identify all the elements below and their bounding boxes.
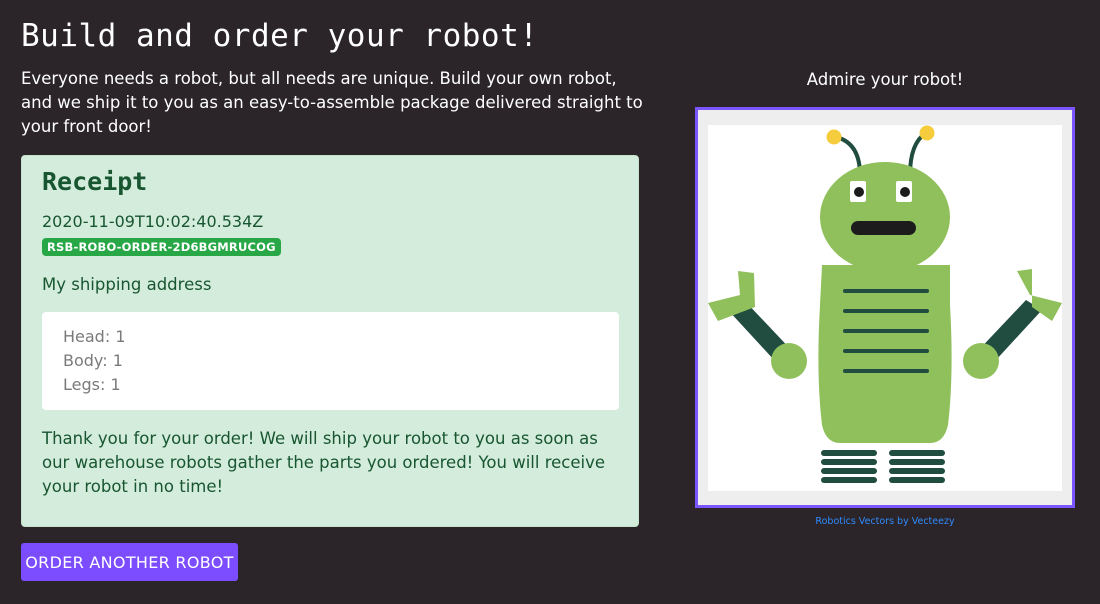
parts-list: Head: 1 Body: 1 Legs: 1 — [42, 312, 619, 410]
order-id-badge: RSB-ROBO-ORDER-2D6BGMRUCOG — [42, 238, 281, 256]
thank-you-message: Thank you for your order! We will ship y… — [42, 429, 606, 496]
order-timestamp: 2020-11-09T10:02:40.534Z — [42, 212, 264, 231]
part-item-head: Head: 1 — [63, 327, 126, 346]
robot-image-area — [708, 125, 1062, 491]
shipping-address: My shipping address — [42, 275, 212, 294]
preview-heading: Admire your robot! — [806, 70, 964, 89]
page-title: Build and order your robot! — [21, 18, 539, 54]
image-credit-link[interactable]: Robotics Vectors by Vecteezy — [696, 516, 1074, 527]
intro-text: Everyone needs a robot, but all needs ar… — [21, 69, 643, 136]
robot-image — [708, 125, 1062, 483]
order-another-button[interactable]: ORDER ANOTHER ROBOT — [21, 543, 238, 581]
receipt-panel: Receipt 2020-11-09T10:02:40.534Z RSB-ROB… — [21, 155, 639, 527]
part-item-body: Body: 1 — [63, 351, 123, 370]
robot-preview — [695, 107, 1075, 508]
receipt-title: Receipt — [42, 167, 148, 196]
part-item-legs: Legs: 1 — [63, 375, 121, 394]
